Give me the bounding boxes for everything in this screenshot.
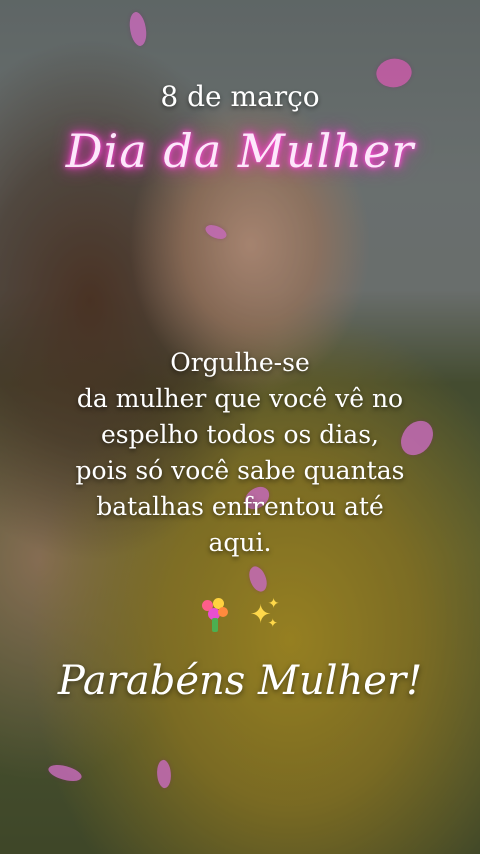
message-line: da mulher que você vê no: [76, 384, 404, 413]
emoji-row: ✦ ✦ ✦: [0, 596, 480, 633]
bouquet-icon: [200, 598, 230, 633]
message-line: espelho todos os dias,: [101, 420, 379, 449]
message-text: Orgulhe-se da mulher que você vê no espe…: [30, 345, 450, 561]
closing-message: Parabéns Mulher!: [57, 658, 423, 704]
greeting-card-image: 8 de março Dia da Mulher Orgulhe-se da m…: [0, 0, 480, 854]
neon-title: Dia da Mulher: [65, 124, 415, 178]
message-line: Orgulhe-se: [170, 348, 310, 377]
sparkles-icon: ✦ ✦ ✦: [249, 596, 288, 631]
message-line: pois só você sabe quantas: [75, 456, 405, 485]
date-heading: 8 de março: [160, 80, 320, 113]
message-line: aqui.: [208, 528, 272, 557]
message-line: batalhas enfrentou até: [96, 492, 384, 521]
